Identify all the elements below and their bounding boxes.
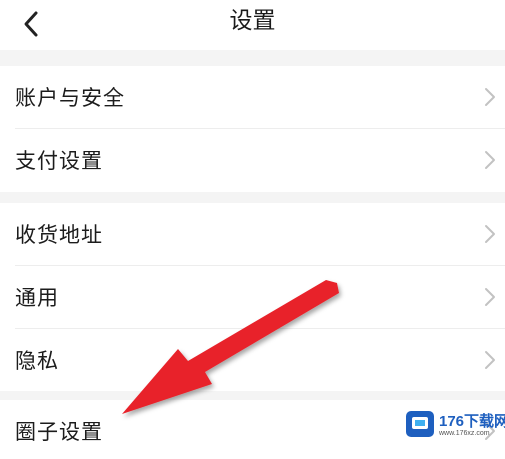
chevron-right-icon [485, 288, 495, 306]
chevron-right-icon [485, 225, 495, 243]
menu-item-label: 隐私 [15, 349, 59, 373]
menu-item-label: 圈子设置 [15, 420, 103, 444]
site-logo-icon [406, 411, 434, 437]
settings-screen: 设置 账户与安全 支付设置 收货地址 通用 隐私 圈子设置 176下载网 www… [0, 0, 505, 459]
menu-item-payment-settings[interactable]: 支付设置 [0, 129, 505, 191]
menu-item-privacy[interactable]: 隐私 [0, 329, 505, 391]
menu-item-label: 通用 [15, 286, 59, 310]
top-bar: 设置 [0, 0, 505, 50]
section-gap [0, 192, 505, 203]
section-gap [0, 50, 505, 66]
menu-item-label: 账户与安全 [15, 86, 125, 110]
chevron-right-icon [485, 151, 495, 169]
menu-item-label: 收货地址 [15, 223, 103, 247]
section-gap [0, 390, 505, 400]
menu-item-shipping-address[interactable]: 收货地址 [0, 203, 505, 265]
watermark: 176下载网 www.176xz.com [405, 408, 505, 444]
watermark-url: www.176xz.com [439, 430, 490, 437]
chevron-right-icon [485, 88, 495, 106]
watermark-brand: 176下载网 [439, 413, 505, 430]
page-title: 设置 [229, 8, 276, 34]
menu-item-general[interactable]: 通用 [0, 266, 505, 328]
chevron-right-icon [485, 351, 495, 369]
menu-item-label: 支付设置 [15, 149, 103, 173]
menu-item-account-security[interactable]: 账户与安全 [0, 66, 505, 128]
